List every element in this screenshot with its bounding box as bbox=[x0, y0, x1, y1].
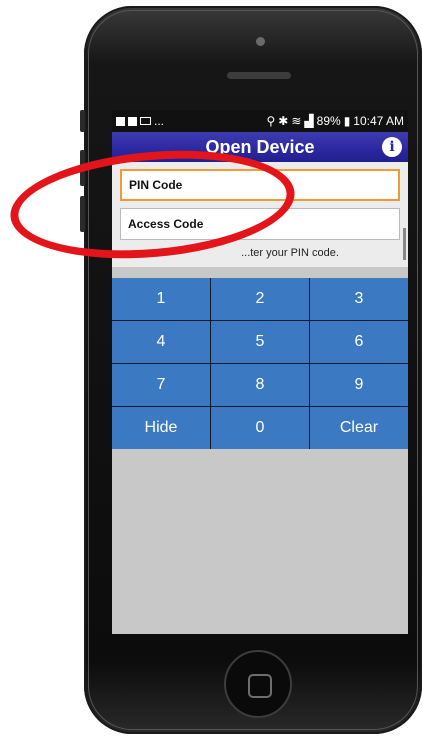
more-notifications: ... bbox=[154, 114, 165, 128]
home-square-icon bbox=[248, 674, 272, 698]
key-5[interactable]: 5 bbox=[211, 321, 309, 363]
scrollbar[interactable] bbox=[403, 228, 406, 260]
location-icon: ⚲ bbox=[266, 114, 276, 128]
battery-percent: 89% bbox=[316, 114, 341, 128]
status-bar: ... ⚲ ✱ ≋ ▟ 89% ▮ 10:47 AM bbox=[112, 110, 408, 132]
key-2[interactable]: 2 bbox=[211, 278, 309, 320]
info-icon[interactable]: i bbox=[382, 137, 402, 157]
home-button[interactable] bbox=[224, 650, 292, 718]
key-9[interactable]: 9 bbox=[310, 364, 408, 406]
status-right: ⚲ ✱ ≋ ▟ 89% ▮ 10:47 AM bbox=[267, 114, 405, 128]
hide-button[interactable]: Hide bbox=[112, 407, 210, 449]
clock: 10:47 AM bbox=[353, 114, 404, 128]
key-6[interactable]: 6 bbox=[310, 321, 408, 363]
wifi-icon: ≋ bbox=[291, 114, 302, 128]
keypad: 1 2 3 4 5 6 7 8 9 Hide 0 Clear bbox=[112, 278, 408, 449]
mute-switch bbox=[80, 110, 85, 132]
key-4[interactable]: 4 bbox=[112, 321, 210, 363]
key-0[interactable]: 0 bbox=[211, 407, 309, 449]
mail-icon bbox=[140, 117, 151, 125]
earpiece-speaker bbox=[227, 72, 291, 79]
notification-icon bbox=[128, 116, 137, 126]
bluetooth-icon: ✱ bbox=[278, 114, 289, 128]
clear-button[interactable]: Clear bbox=[310, 407, 408, 449]
battery-icon: ▮ bbox=[343, 114, 351, 128]
key-1[interactable]: 1 bbox=[112, 278, 210, 320]
status-left: ... bbox=[116, 114, 164, 128]
signal-icon: ▟ bbox=[304, 114, 314, 128]
key-3[interactable]: 3 bbox=[310, 278, 408, 320]
key-8[interactable]: 8 bbox=[211, 364, 309, 406]
front-camera bbox=[256, 37, 265, 46]
notification-icon bbox=[116, 116, 125, 126]
key-7[interactable]: 7 bbox=[112, 364, 210, 406]
